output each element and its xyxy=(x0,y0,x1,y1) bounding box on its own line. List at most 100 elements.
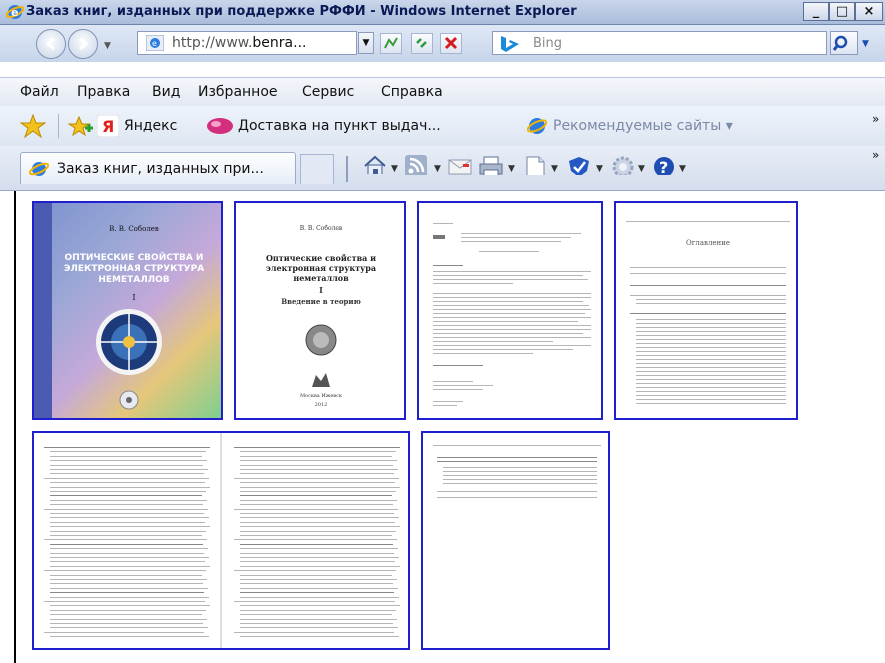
text-line xyxy=(433,349,573,350)
text-line xyxy=(44,477,209,479)
add-favorite-icon[interactable] xyxy=(68,116,94,138)
text-line xyxy=(50,565,210,567)
text-line xyxy=(443,483,597,484)
text-line xyxy=(240,460,397,462)
text-line xyxy=(240,504,393,506)
help-icon[interactable]: ? xyxy=(652,155,676,175)
refresh-button[interactable] xyxy=(411,33,433,54)
minimize-button[interactable]: _ xyxy=(803,2,829,21)
contents-page-thumbnail[interactable]: Оглавление xyxy=(614,201,798,420)
text-line xyxy=(443,467,597,468)
menu-help[interactable]: Справка xyxy=(381,84,443,100)
print-dropdown-icon[interactable]: ▼ xyxy=(508,164,515,174)
tools-dropdown-icon[interactable]: ▼ xyxy=(638,164,645,174)
active-tab[interactable]: Заказ книг, изданных при... xyxy=(20,152,296,184)
menu-view[interactable]: Вид xyxy=(152,84,180,100)
text-line xyxy=(240,548,398,550)
history-dropdown-icon[interactable]: ▼ xyxy=(104,41,111,51)
address-bar[interactable]: e http://www.benra... xyxy=(137,31,357,55)
cover-title: ОПТИЧЕСКИЕ СВОЙСТВА И ЭЛЕКТРОННАЯ СТРУКТ… xyxy=(63,253,205,285)
menu-tools[interactable]: Сервис xyxy=(302,84,354,100)
text-line xyxy=(240,557,399,558)
text-line xyxy=(50,530,206,532)
title-page-subtitle: Введение в теорию xyxy=(281,297,361,306)
close-button[interactable]: × xyxy=(855,2,883,21)
text-line xyxy=(433,405,457,406)
back-button[interactable] xyxy=(36,29,66,59)
text-line xyxy=(240,543,393,545)
search-box[interactable]: Bing xyxy=(492,31,827,55)
favorites-star-icon[interactable] xyxy=(20,114,46,138)
new-tab-button[interactable] xyxy=(300,154,334,184)
command-more-chevron[interactable]: » xyxy=(872,148,879,162)
text-line xyxy=(50,605,210,607)
address-toolbar: ▼ e http://www.benra... ▼ Bing ▼ xyxy=(0,25,885,62)
text-line xyxy=(636,359,786,360)
suggested-sites-link[interactable]: Рекомендуемые сайты ▾ xyxy=(553,118,733,134)
text-line xyxy=(636,379,786,380)
delivery-link[interactable]: Доставка на пункт выдач... xyxy=(238,118,441,134)
book-cover-thumbnail[interactable]: В. В. Соболев ОПТИЧЕСКИЕ СВОЙСТВА И ЭЛЕК… xyxy=(32,201,223,420)
safety-icon[interactable] xyxy=(566,155,592,175)
title-bar[interactable]: e Заказ книг, изданных при поддержке РФФ… xyxy=(0,0,885,25)
favorites-more-chevron[interactable]: » xyxy=(872,112,879,126)
text-line xyxy=(50,609,206,611)
menu-favorites[interactable]: Избранное xyxy=(198,84,278,100)
text-line xyxy=(636,331,786,332)
home-dropdown-icon[interactable]: ▼ xyxy=(391,164,398,174)
text-line xyxy=(50,513,204,514)
search-placeholder: Bing xyxy=(533,36,563,51)
stop-button[interactable] xyxy=(440,33,462,54)
copyright-page-thumbnail[interactable] xyxy=(417,201,603,420)
text-line xyxy=(234,601,395,602)
print-icon[interactable] xyxy=(478,155,504,175)
page-menu-icon[interactable] xyxy=(524,155,548,175)
text-line xyxy=(461,237,571,238)
safety-dropdown-icon[interactable]: ▼ xyxy=(596,164,603,174)
home-icon[interactable] xyxy=(362,154,388,174)
text-line xyxy=(433,341,553,342)
text-line xyxy=(50,552,204,554)
text-line xyxy=(636,351,786,352)
menu-file[interactable]: Файл xyxy=(20,84,59,100)
forward-button[interactable] xyxy=(68,29,98,59)
yandex-link[interactable]: Яндекс xyxy=(124,118,177,134)
title-page-author: В. В. Соболев xyxy=(299,225,343,232)
text-line xyxy=(433,385,493,386)
text-line xyxy=(636,303,786,304)
tools-gear-icon[interactable] xyxy=(611,155,635,175)
title-page-thumbnail[interactable]: В. В. Соболев Оптические свойства и элек… xyxy=(234,201,406,420)
text-line xyxy=(433,325,591,326)
search-button[interactable] xyxy=(830,31,858,55)
text-line xyxy=(240,530,396,532)
text-line xyxy=(636,399,786,400)
text-line xyxy=(433,365,483,366)
text-line xyxy=(433,337,591,338)
text-line xyxy=(50,557,209,558)
url-dropdown-button[interactable]: ▼ xyxy=(358,32,374,54)
text-line xyxy=(433,309,591,310)
text-line xyxy=(240,627,398,629)
text-line xyxy=(240,482,395,484)
feeds-dropdown-icon[interactable]: ▼ xyxy=(434,164,441,174)
text-line xyxy=(636,319,786,320)
text-line xyxy=(433,235,445,239)
menu-edit[interactable]: Правка xyxy=(77,84,130,100)
text-line xyxy=(240,486,400,488)
text-line xyxy=(461,241,561,242)
compat-view-button[interactable] xyxy=(380,33,402,54)
maximize-button[interactable]: □ xyxy=(829,2,855,21)
search-icon xyxy=(832,35,848,51)
text-line xyxy=(461,233,581,234)
search-options-icon[interactable]: ▼ xyxy=(862,39,869,49)
title-page-title: Оптические свойства и электронная структ… xyxy=(265,253,377,283)
help-dropdown-icon[interactable]: ▼ xyxy=(679,164,686,174)
toc-end-page-thumbnail[interactable] xyxy=(421,431,610,650)
text-line xyxy=(636,299,786,300)
toc-spread-thumbnail[interactable] xyxy=(32,431,410,650)
mail-icon[interactable] xyxy=(448,159,472,179)
text-line xyxy=(433,313,585,314)
feeds-icon[interactable] xyxy=(405,155,427,175)
page-dropdown-icon[interactable]: ▼ xyxy=(551,164,558,174)
text-line xyxy=(50,543,203,545)
